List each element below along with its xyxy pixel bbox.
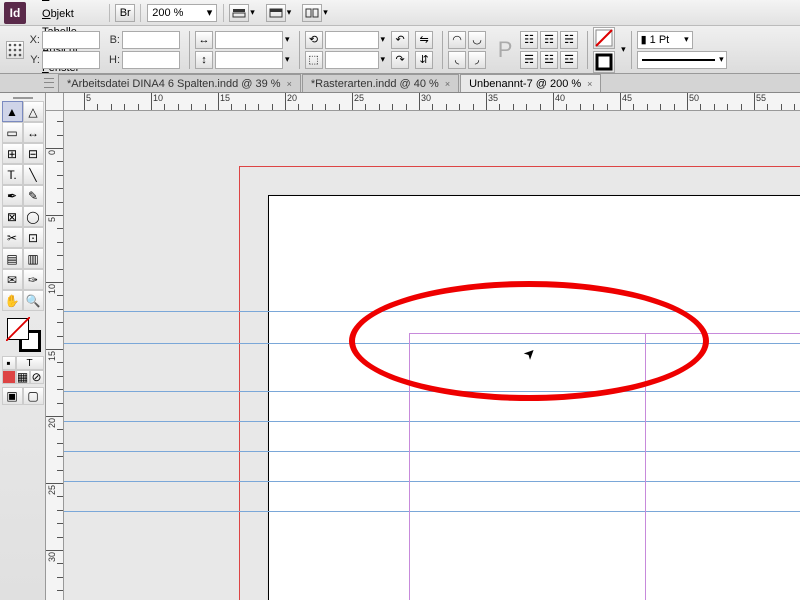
document-tab[interactable]: *Rasterarten.indd @ 40 %×: [302, 74, 459, 92]
apply-text-icon[interactable]: T: [16, 356, 44, 370]
document-tab[interactable]: Unbenannt-7 @ 200 %×: [460, 74, 601, 92]
ruler-origin[interactable]: [46, 93, 64, 111]
menu-objekt[interactable]: Objekt: [34, 5, 105, 23]
shear-field[interactable]: [325, 51, 379, 69]
wrap-icon[interactable]: ☴: [520, 51, 538, 69]
corner-shape-icon[interactable]: ◡: [468, 31, 486, 49]
control-bar: X: Y: B: H: ↔▾ ↕▾ ⟲▾ ⬚▾ ↶ ↷ ⇋ ⇵ ◠ ◡ ◟ ◞ …: [0, 26, 800, 74]
none-mode-icon[interactable]: ⊘: [30, 370, 44, 384]
hand-tool[interactable]: ✋: [2, 290, 23, 311]
horizontal-ruler[interactable]: 510152025303540455055: [64, 93, 800, 111]
apply-color-icon[interactable]: ▪: [2, 356, 16, 370]
tools-panel: ▲△ ▭↔ ⊞⊟ T.╲ ✒✎ ⊠◯ ✂⊡ ▤▥ ✉✑ ✋🔍 ▪T ▦⊘ ▣▢: [0, 93, 46, 600]
rotate-icon: ⟲: [305, 31, 323, 49]
corner-shape-icon[interactable]: ◟: [448, 51, 466, 69]
arrange-docs-button[interactable]: [302, 4, 322, 22]
rotate-cw-icon[interactable]: ↷: [391, 51, 409, 69]
rectangle-frame-tool[interactable]: ⊠: [2, 206, 23, 227]
screen-mode-button[interactable]: [266, 4, 286, 22]
workspace: ▲△ ▭↔ ⊞⊟ T.╲ ✒✎ ⊠◯ ✂⊡ ▤▥ ✉✑ ✋🔍 ▪T ▦⊘ ▣▢ …: [0, 93, 800, 600]
stroke-swatch[interactable]: [593, 51, 615, 73]
pencil-tool[interactable]: ✎: [23, 185, 44, 206]
direct-selection-tool[interactable]: △: [23, 101, 44, 122]
fill-swatch[interactable]: [593, 27, 615, 49]
shear-icon: ⬚: [305, 51, 323, 69]
height-field[interactable]: [122, 51, 180, 69]
scale-x-field[interactable]: [215, 31, 283, 49]
scale-x-icon: ↔: [195, 31, 213, 49]
view-mode-preview[interactable]: ▢: [23, 387, 44, 405]
zoom-tool[interactable]: 🔍: [23, 290, 44, 311]
h-label: H:: [106, 54, 120, 66]
note-tool[interactable]: ✉: [2, 269, 23, 290]
fill-stroke-proxy[interactable]: [3, 314, 43, 354]
y-label: Y:: [26, 54, 40, 66]
free-transform-tool[interactable]: ⊡: [23, 227, 44, 248]
scissors-tool[interactable]: ✂: [2, 227, 23, 248]
page-tool[interactable]: ▭: [2, 122, 23, 143]
y-field[interactable]: [42, 51, 100, 69]
gradient-swatch-tool[interactable]: ▤: [2, 248, 23, 269]
wrap-icon[interactable]: ☶: [540, 31, 558, 49]
app-logo: Id: [4, 2, 26, 24]
flip-v-icon[interactable]: ⇵: [415, 51, 433, 69]
gradient-feather-tool[interactable]: ▥: [23, 248, 44, 269]
line-tool[interactable]: ╲: [23, 164, 44, 185]
gradient-mode-icon[interactable]: ▦: [16, 370, 30, 384]
pen-tool[interactable]: ✒: [2, 185, 23, 206]
ellipse-tool[interactable]: ◯: [23, 206, 44, 227]
menu-bar: Id DateiBearbeitenLayoutSchriftObjektTab…: [0, 0, 800, 26]
tab-strip-handle[interactable]: [44, 76, 54, 90]
color-mode-icon[interactable]: [2, 370, 16, 384]
corner-shape-icon[interactable]: ◞: [468, 51, 486, 69]
scale-y-field[interactable]: [215, 51, 283, 69]
document-tab-strip: *Arbeitsdatei DINA4 6 Spalten.indd @ 39 …: [0, 74, 800, 93]
eyedropper-tool[interactable]: ✑: [23, 269, 44, 290]
content-collector-tool[interactable]: ⊞: [2, 143, 23, 164]
close-icon[interactable]: ×: [287, 79, 292, 89]
zoom-level-field[interactable]: 200 %▾: [147, 4, 217, 22]
width-field[interactable]: [122, 31, 180, 49]
wrap-icon[interactable]: ☳: [540, 51, 558, 69]
separator: [223, 4, 224, 22]
content-placer-tool[interactable]: ⊟: [23, 143, 44, 164]
wrap-icon[interactable]: ☲: [560, 51, 578, 69]
close-icon[interactable]: ×: [587, 79, 592, 89]
separator: [140, 4, 141, 22]
corner-p-icon: P: [492, 31, 518, 69]
rotate-field[interactable]: [325, 31, 379, 49]
gap-tool[interactable]: ↔: [23, 122, 44, 143]
type-tool[interactable]: T.: [2, 164, 23, 185]
corner-shape-icon[interactable]: ◠: [448, 31, 466, 49]
annotation-ellipse: [349, 281, 709, 401]
wrap-icon[interactable]: ☵: [560, 31, 578, 49]
reference-point-proxy[interactable]: [6, 41, 24, 59]
selection-tool[interactable]: ▲: [2, 101, 23, 122]
rotate-ccw-icon[interactable]: ↶: [391, 31, 409, 49]
wrap-icon[interactable]: ☷: [520, 31, 538, 49]
w-label: B:: [106, 34, 120, 46]
close-icon[interactable]: ×: [445, 79, 450, 89]
separator: [109, 4, 110, 22]
x-label: X:: [26, 34, 40, 46]
view-options-button[interactable]: [229, 4, 249, 22]
flip-h-icon[interactable]: ⇋: [415, 31, 433, 49]
x-field[interactable]: [42, 31, 100, 49]
canvas-area: 510152025303540455055 5051015202530 ➤: [46, 93, 800, 600]
document-tab[interactable]: *Arbeitsdatei DINA4 6 Spalten.indd @ 39 …: [58, 74, 301, 92]
view-mode-normal[interactable]: ▣: [2, 387, 23, 405]
document-canvas[interactable]: ➤: [64, 111, 800, 600]
stroke-weight-field[interactable]: ▮1 Pt▾: [637, 31, 693, 49]
bridge-button[interactable]: Br: [115, 4, 135, 22]
vertical-ruler[interactable]: 5051015202530: [46, 111, 64, 600]
scale-y-icon: ↕: [195, 51, 213, 69]
stroke-style-field[interactable]: ▾: [637, 51, 727, 69]
